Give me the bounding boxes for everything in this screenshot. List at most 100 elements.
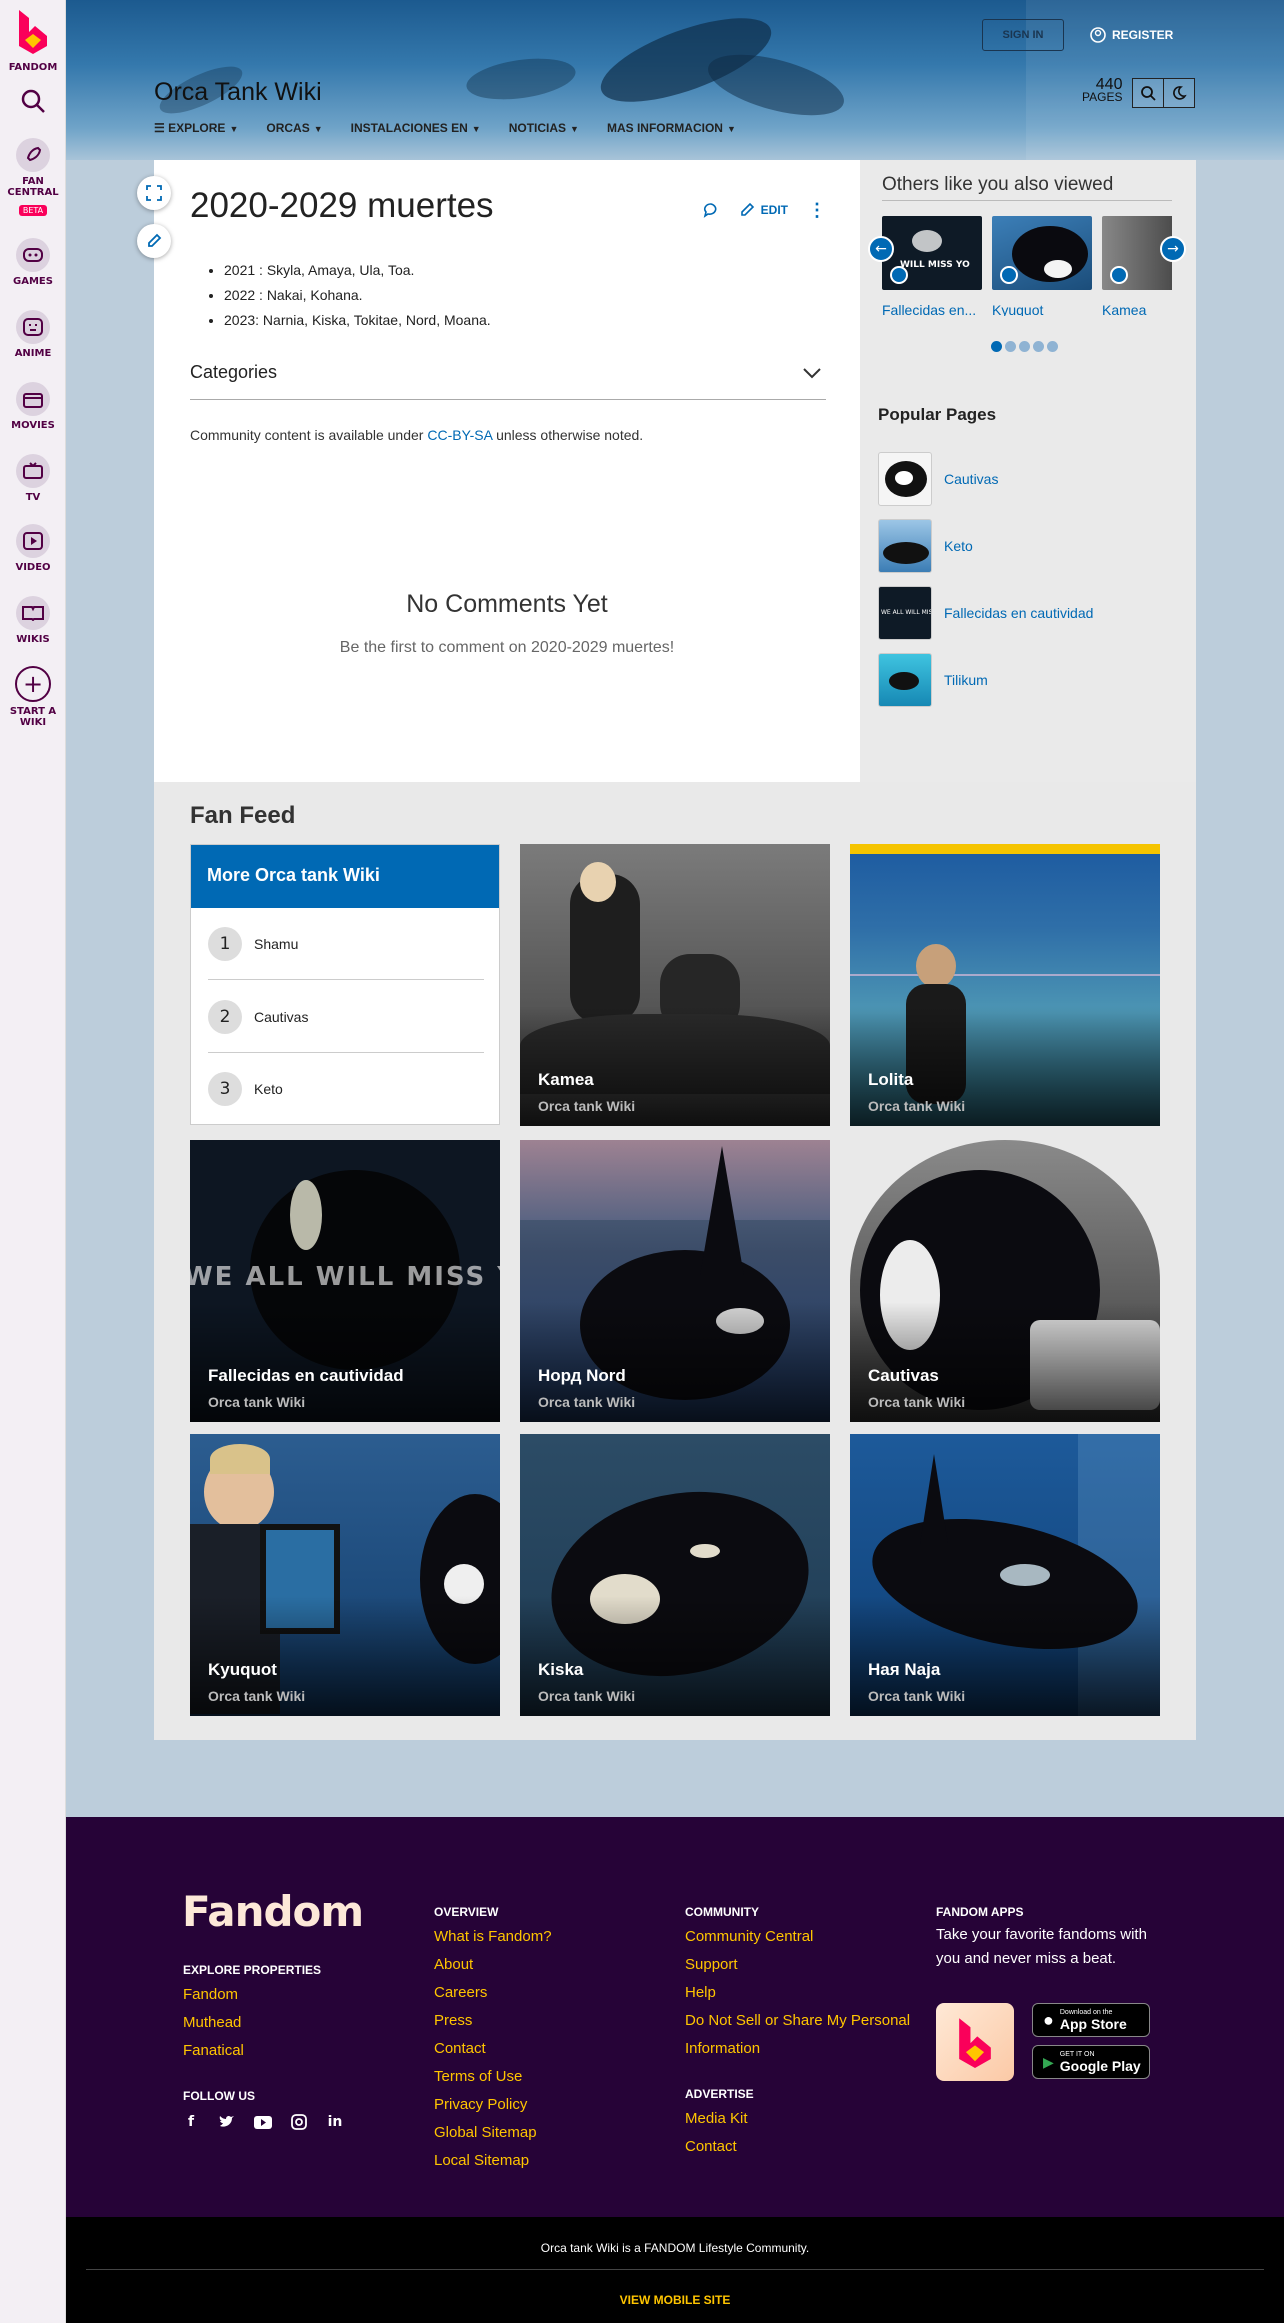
twitter-icon[interactable]: [218, 2113, 236, 2131]
play-video-icon: [16, 524, 50, 558]
footer-link[interactable]: Local Sitemap: [434, 2147, 552, 2175]
carousel-dot[interactable]: [1047, 341, 1058, 352]
rail-video[interactable]: VIDEO: [0, 524, 66, 573]
footer-link[interactable]: Careers: [434, 1979, 552, 2007]
register-button[interactable]: REGISTER: [1090, 19, 1173, 51]
card-caption: Kamea: [1102, 302, 1147, 316]
nav-orcas[interactable]: ORCAS ▼: [266, 121, 322, 135]
arrow-left-icon: ←: [875, 241, 887, 257]
popular-page-item[interactable]: Cautivas: [878, 452, 998, 506]
feed-card[interactable]: Kamea Orca tank Wiki: [520, 844, 830, 1126]
footer-link[interactable]: Privacy Policy: [434, 2091, 552, 2119]
rail-games[interactable]: GAMES: [0, 238, 66, 287]
comment-icon[interactable]: [703, 202, 719, 218]
wiki-search-button[interactable]: [1132, 78, 1164, 108]
deaths-list: 2021 : Skyla, Amaya, Ula, Toa. 2022 : Na…: [224, 258, 491, 333]
gamepad-icon: [16, 238, 50, 272]
footer-link[interactable]: Contact: [434, 2035, 552, 2063]
popular-page-item[interactable]: Keto: [878, 519, 973, 573]
categories-toggle[interactable]: Categories: [190, 362, 826, 400]
carousel-dot[interactable]: [1019, 341, 1030, 352]
nav-explore[interactable]: ☰ EXPLORE ▼: [154, 121, 238, 135]
app-store-button[interactable]: ● Download on the App Store: [1032, 2003, 1150, 2037]
footer-link[interactable]: Global Sitemap: [434, 2119, 552, 2147]
fandom-footer-logo[interactable]: Fandom: [182, 1887, 364, 1936]
footer-link[interactable]: Support: [685, 1951, 910, 1979]
feed-card[interactable]: Норд Nord Orca tank Wiki: [520, 1140, 830, 1422]
footer-link[interactable]: Fandom: [183, 1981, 244, 2009]
instagram-icon[interactable]: [290, 2113, 308, 2131]
user-icon: [1090, 27, 1106, 43]
footer-link[interactable]: Fanatical: [183, 2037, 244, 2065]
popular-page-item[interactable]: WE ALL WILL MISS YOU Fallecidas en cauti…: [878, 586, 1093, 640]
feed-card[interactable]: Kyuquot Orca tank Wiki: [190, 1434, 500, 1716]
fandom-badge-icon: [1110, 266, 1128, 284]
facebook-icon[interactable]: f: [182, 2113, 200, 2131]
feed-card[interactable]: Cautivas Orca tank Wiki: [850, 1140, 1160, 1422]
also-viewed-card[interactable]: Kyuquot: [992, 216, 1092, 316]
nav-mas-informacion[interactable]: MAS INFORMACION ▼: [607, 121, 736, 135]
more-options-icon[interactable]: ⋮: [808, 201, 826, 219]
footer-link[interactable]: Do Not Sell or Share My Personal: [685, 2007, 910, 2035]
caret-down-icon: ▼: [570, 124, 579, 134]
rail-search-button[interactable]: [0, 88, 66, 118]
feed-card-title: Kyuquot: [208, 1660, 277, 1679]
fandom-logo-link[interactable]: FANDOM: [0, 8, 66, 73]
footer-link[interactable]: Muthead: [183, 2009, 244, 2037]
theme-toggle-button[interactable]: [1163, 78, 1195, 108]
footer-link[interactable]: About: [434, 1951, 552, 1979]
feed-card[interactable]: Ная Naja Orca tank Wiki: [850, 1434, 1160, 1716]
also-viewed-card[interactable]: Kamea: [1102, 216, 1172, 316]
sign-in-button[interactable]: SIGN IN: [982, 19, 1064, 51]
popular-page-item[interactable]: Tilikum: [878, 653, 988, 707]
feed-card[interactable]: Lolita Orca tank Wiki: [850, 844, 1160, 1126]
linkedin-icon[interactable]: in: [326, 2113, 344, 2131]
plus-circle-icon: +: [15, 666, 51, 702]
rail-start-a-wiki[interactable]: + START A WIKI: [0, 666, 66, 728]
nav-noticias[interactable]: NOTICIAS ▼: [509, 121, 579, 135]
footer-link[interactable]: Contact: [685, 2133, 748, 2161]
feed-card-source: Orca tank Wiki: [868, 1098, 966, 1114]
wiki-navigation: ☰ EXPLORE ▼ ORCAS ▼ INSTALACIONES EN ▼ NOTI…: [154, 121, 736, 135]
carousel-prev-button[interactable]: ←: [868, 236, 894, 262]
global-footer: Fandom EXPLORE PROPERTIES Fandom Muthead…: [66, 1817, 1284, 2217]
explore-heading: EXPLORE PROPERTIES: [183, 1963, 322, 1977]
rail-fan-central[interactable]: FAN CENTRAL BETA: [0, 138, 66, 217]
nav-instalaciones[interactable]: INSTALACIONES EN ▼: [351, 121, 481, 135]
footer-link[interactable]: What is Fandom?: [434, 1923, 552, 1951]
feed-card[interactable]: Kiska Orca tank Wiki: [520, 1434, 830, 1716]
open-book-icon: [16, 596, 50, 630]
license-link[interactable]: CC-BY-SA: [427, 427, 492, 443]
carousel-next-button[interactable]: →: [1160, 236, 1186, 262]
fandom-app-icon[interactable]: [936, 2003, 1014, 2081]
expand-button[interactable]: [137, 176, 171, 210]
floating-edit-button[interactable]: [137, 224, 171, 258]
youtube-icon[interactable]: [254, 2113, 272, 2131]
google-play-button[interactable]: ▶ GET IT ON Google Play: [1032, 2045, 1150, 2079]
view-mobile-site-link[interactable]: VIEW MOBILE SITE: [66, 2293, 1284, 2307]
wiki-title[interactable]: Orca Tank Wiki: [154, 78, 322, 107]
rail-label-anime: ANIME: [14, 348, 52, 359]
rail-wikis[interactable]: WIKIS: [0, 596, 66, 645]
footer-link[interactable]: Terms of Use: [434, 2063, 552, 2091]
footer-link[interactable]: Media Kit: [685, 2105, 748, 2133]
more-wiki-item[interactable]: 1 Shamu: [208, 908, 484, 980]
rail-movies[interactable]: MOVIES: [0, 382, 66, 431]
footer-link[interactable]: Information: [685, 2035, 910, 2063]
more-wiki-item[interactable]: 3 Keto: [208, 1053, 484, 1125]
footer-link[interactable]: Press: [434, 2007, 552, 2035]
rail-tv[interactable]: TV: [0, 454, 66, 503]
also-viewed-card[interactable]: WILL MISS YO Fallecidas en...: [882, 216, 982, 316]
more-wiki-item[interactable]: 2 Cautivas: [208, 981, 484, 1053]
footer-link[interactable]: Community Central: [685, 1923, 910, 1951]
feed-card[interactable]: WE ALL WILL MISS YOU Fallecidas en cauti…: [190, 1140, 500, 1422]
carousel-dot[interactable]: [991, 341, 1002, 352]
page-title: 2020-2029 muertes: [190, 186, 494, 225]
footer-link[interactable]: Help: [685, 1979, 910, 2007]
edit-button[interactable]: EDIT: [739, 202, 788, 218]
carousel-dot[interactable]: [1005, 341, 1016, 352]
rail-anime[interactable]: ANIME: [0, 310, 66, 359]
fan-feed: Fan Feed More Orca tank Wiki 1 Shamu 2 C…: [154, 782, 1196, 1740]
community-links: Community Central Support Help Do Not Se…: [685, 1923, 910, 2063]
carousel-dot[interactable]: [1033, 341, 1044, 352]
